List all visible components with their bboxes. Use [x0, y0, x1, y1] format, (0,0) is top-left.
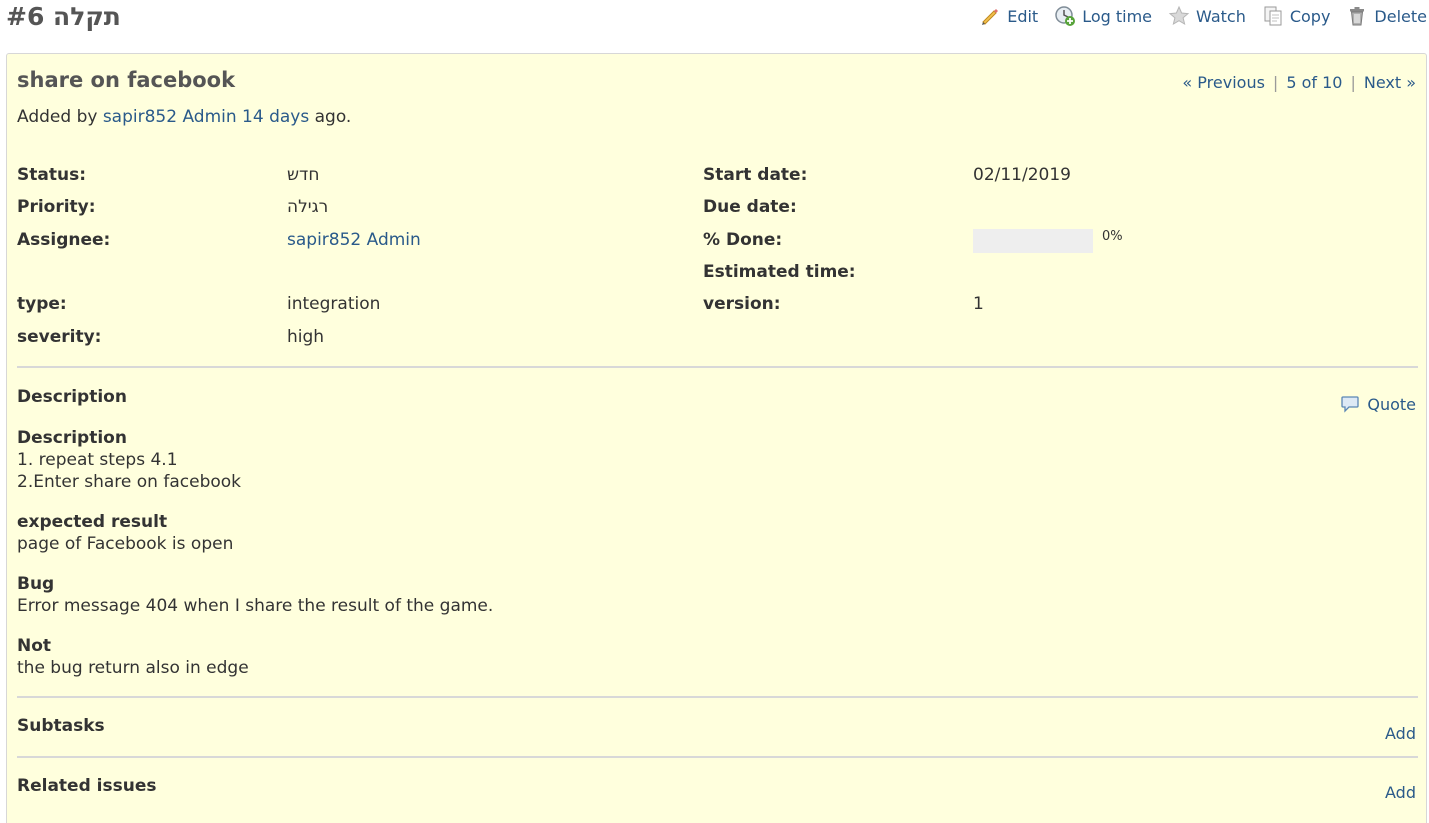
description-line: 1. repeat steps 4.1 — [17, 450, 178, 470]
log-time-label: Log time — [1082, 6, 1153, 26]
description-block: Bug Error message 404 when I share the r… — [17, 573, 493, 617]
divider — [17, 696, 1418, 698]
edit-button[interactable]: Edit — [979, 5, 1038, 27]
subtasks-title: Subtasks — [17, 716, 105, 736]
priority-label: Priority: — [17, 197, 96, 217]
description-heading: Not — [17, 636, 52, 656]
author-prefix: Added by — [17, 107, 98, 127]
description-block: Description 1. repeat steps 4.1 2.Enter … — [17, 427, 241, 493]
severity-label: severity: — [17, 327, 102, 347]
description-heading: Bug — [17, 574, 55, 594]
next-link[interactable]: Next » — [1364, 73, 1416, 92]
description-heading: expected result — [17, 512, 168, 532]
watch-label: Watch — [1196, 6, 1246, 26]
priority-value: רגילה — [287, 197, 329, 217]
copy-label: Copy — [1289, 6, 1331, 26]
clock-add-icon — [1054, 5, 1076, 27]
nav-separator: | — [1350, 73, 1356, 92]
trash-icon — [1346, 5, 1368, 27]
page-title: תקלה #6 — [6, 2, 121, 31]
type-value: integration — [287, 294, 381, 314]
description-line: Error message 404 when I share the resul… — [17, 596, 494, 616]
type-label: type: — [17, 294, 67, 314]
severity-value: high — [287, 327, 325, 347]
description-line: page of Facebook is open — [17, 534, 234, 554]
position-link[interactable]: 5 of 10 — [1286, 73, 1342, 92]
description-block: Not the bug return also in edge — [17, 635, 249, 679]
log-time-button[interactable]: Log time — [1054, 5, 1152, 27]
description-line: 2.Enter share on facebook — [17, 472, 242, 492]
assignee-label: Assignee: — [17, 230, 111, 250]
age-link[interactable]: 14 days — [242, 107, 309, 127]
done-percent: 0% — [1102, 229, 1123, 244]
quote-label: Quote — [1367, 394, 1416, 414]
done-label: % Done: — [703, 230, 783, 250]
status-label: Status: — [17, 165, 86, 185]
comment-icon — [1341, 396, 1360, 413]
due-date-label: Due date: — [703, 197, 797, 217]
description-title: Description — [17, 387, 127, 407]
description-block: expected result page of Facebook is open — [17, 511, 233, 555]
assignee-link[interactable]: sapir852 Admin — [287, 230, 421, 250]
author-link[interactable]: sapir852 Admin — [103, 107, 237, 127]
delete-label: Delete — [1374, 6, 1427, 26]
start-date-label: Start date: — [703, 165, 808, 185]
description-line: the bug return also in edge — [17, 658, 249, 678]
author-suffix: ago. — [314, 107, 352, 127]
issue-navigation: « Previous | 5 of 10 | Next » — [1182, 73, 1416, 92]
issue-panel: share on facebook « Previous | 5 of 10 |… — [6, 53, 1427, 823]
delete-button[interactable]: Delete — [1346, 5, 1427, 27]
issue-subject: share on facebook — [17, 68, 236, 92]
version-value: 1 — [973, 294, 984, 314]
star-icon — [1168, 5, 1190, 27]
add-relation-link[interactable]: Add — [1385, 783, 1416, 802]
pencil-icon — [979, 5, 1001, 27]
divider — [17, 756, 1418, 758]
start-date-value: 02/11/2019 — [973, 165, 1071, 185]
version-label: version: — [703, 294, 781, 314]
estimated-time-label: Estimated time: — [703, 262, 856, 282]
add-subtask-link[interactable]: Add — [1385, 724, 1416, 743]
related-issues-title: Related issues — [17, 776, 157, 796]
quote-button[interactable]: Quote — [1340, 394, 1416, 414]
description-heading: Description — [17, 428, 127, 448]
status-value: חדש — [287, 165, 320, 185]
issue-actions: Edit Log time Watch Copy Delete — [963, 5, 1427, 27]
edit-label: Edit — [1007, 6, 1039, 26]
nav-separator: | — [1272, 73, 1279, 92]
copy-button[interactable]: Copy — [1262, 5, 1331, 27]
issue-author: Added by sapir852 Admin 14 days ago. — [17, 107, 351, 127]
previous-link[interactable]: « Previous — [1182, 73, 1265, 92]
done-progress-bar — [973, 229, 1093, 253]
copy-icon — [1262, 5, 1284, 27]
watch-button[interactable]: Watch — [1168, 5, 1246, 27]
divider — [17, 366, 1418, 368]
